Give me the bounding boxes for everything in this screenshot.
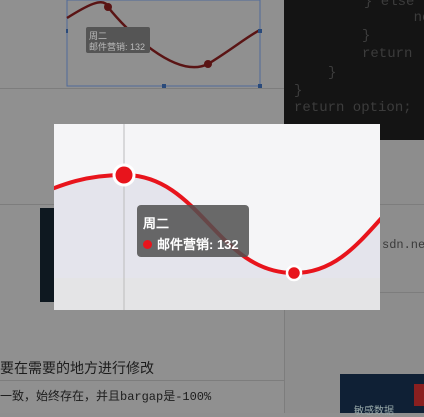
series-marker-icon	[143, 240, 152, 249]
data-point-周二[interactable]	[112, 163, 136, 187]
chart-preview: 周二 邮件营销: 132	[54, 124, 380, 310]
badge-accent	[414, 384, 424, 406]
background-dark-block	[40, 208, 54, 302]
background-tooltip-row: 邮件营销: 132	[89, 42, 146, 52]
code-line: }	[362, 28, 371, 44]
tooltip-series-row: 邮件营销: 132	[143, 234, 239, 253]
badge-label: 敏感数据	[354, 406, 394, 417]
background-url-snippet: sdn.ne	[382, 238, 424, 252]
code-line: } else {	[364, 0, 424, 10]
divider	[0, 204, 54, 205]
chart-tooltip: 周二 邮件营销: 132	[137, 205, 249, 257]
divider	[380, 204, 424, 205]
document-line: 一致，始终存在，并且bargap是-100%	[0, 390, 212, 404]
code-line: new	[413, 10, 424, 26]
tooltip-title: 周二	[143, 216, 170, 231]
code-line: return option;	[294, 100, 412, 116]
tooltip-series-value: 邮件营销: 132	[157, 237, 239, 252]
document-line: 要在需要的地方进行修改	[0, 360, 154, 376]
divider	[0, 88, 284, 89]
code-line: return	[362, 46, 413, 62]
code-line: }	[294, 83, 303, 99]
background-tooltip: 周二 邮件营销: 132	[86, 27, 150, 53]
code-panel: } else { new } return } } return option;	[284, 0, 424, 140]
code-line: }	[328, 65, 337, 81]
background-badge: 敏感数据	[340, 374, 424, 417]
data-point-周三[interactable]	[285, 264, 303, 282]
divider	[0, 380, 284, 381]
x-axis-band	[54, 278, 380, 310]
divider	[380, 292, 424, 293]
